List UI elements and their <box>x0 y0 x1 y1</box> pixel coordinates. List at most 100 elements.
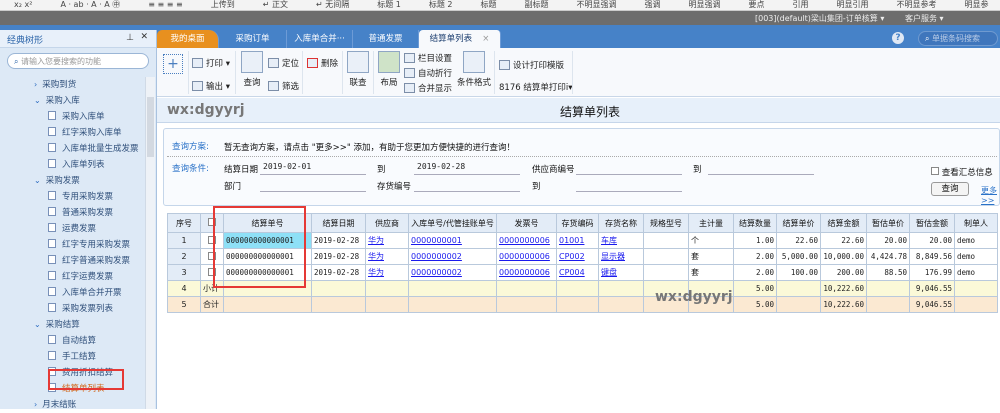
cell-maker[interactable]: demo <box>954 264 998 281</box>
cell-amount[interactable]: 200.00 <box>820 264 867 281</box>
sidebar-search-input[interactable]: ⌕ 请输入您要搜索的功能 <box>7 53 149 69</box>
cell-amount[interactable]: 22.60 <box>820 232 867 249</box>
cell-unit[interactable]: 个 <box>688 232 734 249</box>
ribbon-item[interactable]: 标题 <box>481 0 497 9</box>
sidebar-scrollbar[interactable] <box>145 77 155 409</box>
tab[interactable]: 我的桌面 <box>157 30 219 48</box>
name-link[interactable]: 显示器 <box>601 252 625 261</box>
auto-wrap-button[interactable]: 自动折行 <box>404 67 452 79</box>
ribbon-item[interactable]: A · ab · A · A ㊥ <box>60 0 120 9</box>
ribbon-item[interactable]: 强调 <box>645 0 661 9</box>
name-link[interactable]: 车库 <box>601 236 617 245</box>
cell-est_amount[interactable]: 20.00 <box>909 232 955 249</box>
column-header[interactable]: 结算金额 <box>820 213 867 233</box>
layout-button[interactable]: 布局 <box>378 51 400 88</box>
cell-date[interactable]: 2019-02-28 <box>311 248 366 265</box>
locate-button[interactable]: 定位 <box>268 57 299 69</box>
sidebar-item[interactable]: 入库单列表 <box>0 157 145 173</box>
design-template-button[interactable]: 设计打印模版 <box>499 59 564 71</box>
query-button[interactable]: 查询 <box>931 182 969 196</box>
column-header[interactable]: 暂估金额 <box>909 213 955 233</box>
column-header[interactable]: 入库单号/代管挂账单号 <box>408 213 497 233</box>
column-header[interactable]: 发票号 <box>496 213 557 233</box>
ribbon-item[interactable]: 明显参 <box>965 0 989 9</box>
invoice-link[interactable]: 0000000006 <box>499 236 550 245</box>
cell-est_price[interactable]: 88.50 <box>866 264 910 281</box>
ribbon-item[interactable]: 上传到 <box>211 0 235 9</box>
sidebar-item[interactable]: 普通采购发票 <box>0 205 145 221</box>
merge-display-button[interactable]: 合并显示 <box>404 82 452 94</box>
column-header[interactable]: 制单人 <box>954 213 998 233</box>
cell-amount[interactable]: 10,000.00 <box>820 248 867 265</box>
add-button[interactable]: + <box>163 54 183 74</box>
column-header[interactable]: 暂估单价 <box>866 213 910 233</box>
supplier-link[interactable]: 华为 <box>368 252 384 261</box>
code-link[interactable]: CP004 <box>559 268 585 277</box>
ribbon-item[interactable]: 明显引用 <box>837 0 869 9</box>
cell-spec[interactable] <box>643 232 689 249</box>
cell-price[interactable]: 100.00 <box>776 264 821 281</box>
summary-checkbox[interactable]: 查看汇总信息 <box>931 166 993 178</box>
cell-est_price[interactable]: 20.00 <box>866 232 910 249</box>
cell-est_amount[interactable]: 176.99 <box>909 264 955 281</box>
company-selector[interactable]: [003](default)梁山集团-订单核算 ▾ <box>755 13 884 24</box>
cell-qty[interactable]: 2.00 <box>733 248 777 265</box>
supplier-link[interactable]: 华为 <box>368 236 384 245</box>
cell-spec[interactable] <box>643 248 689 265</box>
code-link[interactable]: CP002 <box>559 252 585 261</box>
ribbon-item[interactable]: 引用 <box>793 0 809 9</box>
more-link[interactable]: 更多>> <box>981 185 999 205</box>
sidebar-item[interactable]: 运费发票 <box>0 221 145 237</box>
receipt-link[interactable]: 0000000001 <box>411 236 462 245</box>
sidebar-item[interactable]: 手工结算 <box>0 349 145 365</box>
cell-unit[interactable]: 套 <box>688 264 734 281</box>
ribbon-item[interactable]: 明显强调 <box>689 0 721 9</box>
column-header[interactable]: 规格型号 <box>643 213 689 233</box>
help-icon[interactable]: ? <box>892 32 904 44</box>
sidebar-item[interactable]: 入库单合并开票 <box>0 285 145 301</box>
customer-service-button[interactable]: 客户服务 ▾ <box>905 13 944 24</box>
filter-button[interactable]: 筛选 <box>268 80 299 92</box>
inventory-to-field[interactable] <box>576 179 682 192</box>
ribbon-item[interactable]: ↵ 正文 <box>263 0 288 9</box>
sidebar-item[interactable]: ⌄ 采购入库 <box>0 93 145 109</box>
column-header[interactable]: 存货编码 <box>556 213 599 233</box>
column-header[interactable]: 供应商 <box>365 213 409 233</box>
receipt-link[interactable]: 0000000002 <box>411 268 462 277</box>
sidebar-item[interactable]: 采购发票列表 <box>0 301 145 317</box>
code-link[interactable]: 01001 <box>559 236 584 245</box>
cell-qty[interactable]: 2.00 <box>733 264 777 281</box>
sidebar-item[interactable]: 入库单批量生成发票 <box>0 141 145 157</box>
name-link[interactable]: 键盘 <box>601 268 617 277</box>
sidebar-item[interactable]: 专用采购发票 <box>0 189 145 205</box>
pin-icon[interactable]: ⊥ <box>126 33 134 43</box>
sidebar-item[interactable]: 红字专用采购发票 <box>0 237 145 253</box>
supplier-to-field[interactable] <box>708 162 814 175</box>
sidebar-item[interactable]: 采购入库单 <box>0 109 145 125</box>
cell-maker[interactable]: demo <box>954 248 998 265</box>
close-icon[interactable]: × <box>482 34 489 44</box>
sidebar-item[interactable]: 自动结算 <box>0 333 145 349</box>
query-button[interactable]: 查询 <box>241 51 263 88</box>
column-header[interactable]: 结算单价 <box>776 213 821 233</box>
inventory-from-field[interactable] <box>414 179 520 192</box>
cell-date[interactable]: 2019-02-28 <box>311 232 366 249</box>
invoice-link[interactable]: 0000000006 <box>499 268 550 277</box>
cell-price[interactable]: 5,000.00 <box>776 248 821 265</box>
sidebar-item[interactable]: ⌄ 采购发票 <box>0 173 145 189</box>
ribbon-item[interactable]: 要点 <box>749 0 765 9</box>
print-button[interactable]: 打印 ▾ <box>192 57 230 69</box>
export-button[interactable]: 输出 ▾ <box>192 80 230 92</box>
print-template-select[interactable]: 8176 结算单打印i▾ <box>499 81 572 93</box>
ribbon-item[interactable]: 副标题 <box>525 0 549 9</box>
cell-date[interactable]: 2019-02-28 <box>311 264 366 281</box>
column-header[interactable]: 序号 <box>167 213 201 233</box>
close-icon[interactable]: ✕ <box>140 32 148 42</box>
column-header[interactable]: 主计量 <box>688 213 734 233</box>
sidebar-item[interactable]: › 月末结账 <box>0 397 145 413</box>
receipt-link[interactable]: 0000000002 <box>411 252 462 261</box>
column-header[interactable]: 存货名称 <box>598 213 644 233</box>
ribbon-item[interactable]: x₂ x² <box>14 0 32 9</box>
date-to-field[interactable]: 2019-02-28 <box>414 162 520 175</box>
sidebar-item[interactable]: › 采购到货 <box>0 77 145 93</box>
